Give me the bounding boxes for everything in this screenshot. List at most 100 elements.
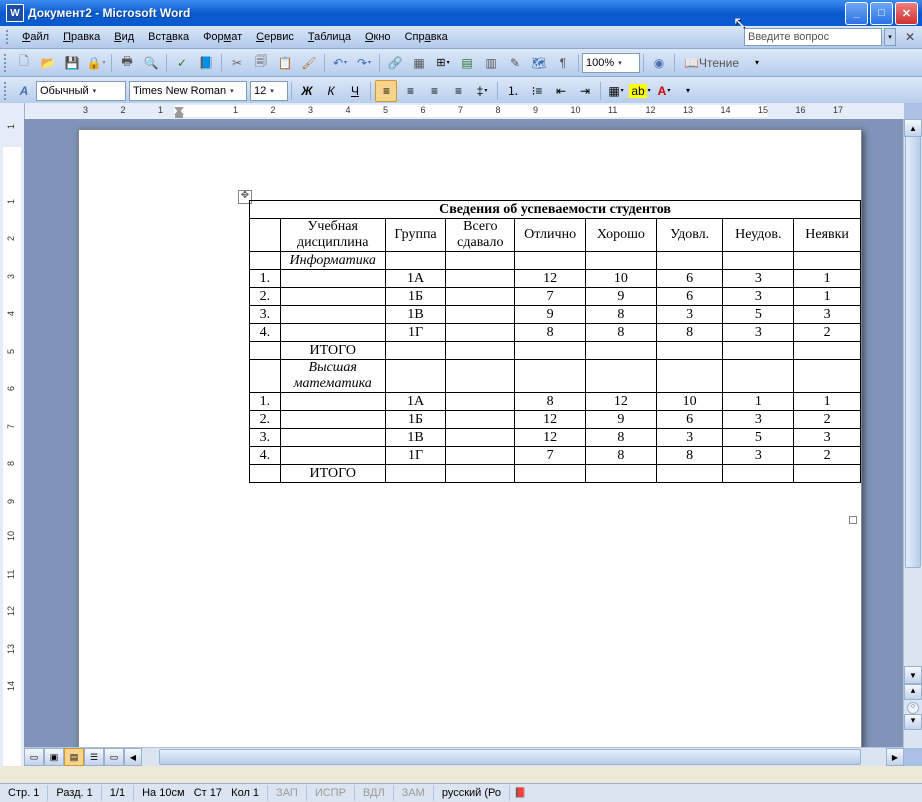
table-row[interactable]: 4.1Г78832 [250, 447, 861, 465]
table-resize-handle-icon[interactable] [849, 516, 857, 524]
minimize-button[interactable]: _ [845, 2, 868, 25]
paste-button[interactable]: 📋 [274, 52, 296, 74]
help-button[interactable]: ◉ [648, 52, 670, 74]
scroll-right-button[interactable]: ▶ [886, 748, 904, 766]
research-button[interactable]: 📘 [195, 52, 217, 74]
close-button[interactable]: ✕ [895, 2, 918, 25]
toolbar-handle-icon[interactable] [6, 30, 12, 44]
cut-button[interactable]: ✂ [226, 52, 248, 74]
status-page[interactable]: Стр. 1 [0, 785, 48, 801]
open-button[interactable]: 📂 [37, 52, 59, 74]
previous-page-button[interactable]: ▴ [904, 684, 922, 700]
maximize-button[interactable]: □ [870, 2, 893, 25]
columns-button[interactable]: ▥ [480, 52, 502, 74]
undo-button[interactable]: ↶ [329, 52, 351, 74]
bold-button[interactable]: Ж [296, 80, 318, 102]
scroll-left-button[interactable]: ◀ [124, 748, 142, 766]
insert-worksheet-button[interactable]: ▤ [456, 52, 478, 74]
status-ovr[interactable]: ЗАМ [394, 785, 434, 801]
table-row[interactable]: 1.1А8121011 [250, 393, 861, 411]
spellcheck-button[interactable]: ✓ [171, 52, 193, 74]
status-ext[interactable]: ВДЛ [355, 785, 394, 801]
new-doc-button[interactable]: 🗋 [13, 52, 35, 74]
browse-object-button[interactable]: ○ [907, 702, 919, 714]
document-table[interactable]: Сведения об успеваемости студентов Учебн… [249, 200, 861, 483]
table-row[interactable]: 1.1А1210631 [250, 270, 861, 288]
doc-map-button[interactable]: 🗺 [528, 52, 550, 74]
menu-view[interactable]: Вид [108, 29, 140, 45]
scroll-up-button[interactable]: ▲ [904, 119, 922, 137]
status-section[interactable]: Разд. 1 [48, 785, 101, 801]
menu-file[interactable]: Файл [16, 29, 55, 45]
increase-indent-button[interactable]: ⇥ [574, 80, 596, 102]
page-area[interactable]: ✥ Сведения об успеваемости студентов Уче… [24, 119, 904, 748]
highlight-button[interactable]: ab [629, 80, 651, 102]
align-left-button[interactable]: ≡ [375, 80, 397, 102]
line-spacing-button[interactable]: ‡ [471, 80, 493, 102]
print-view-button[interactable]: ▤ [64, 748, 84, 766]
format-painter-button[interactable]: 🖌 [298, 52, 320, 74]
menu-window[interactable]: Окно [359, 29, 397, 45]
drawing-button[interactable]: ✎ [504, 52, 526, 74]
font-size-combobox[interactable]: 12▾ [250, 81, 288, 101]
font-combobox[interactable]: Times New Roman▾ [129, 81, 247, 101]
table-title-cell[interactable]: Сведения об успеваемости студентов [250, 201, 861, 219]
hscroll-track[interactable] [142, 749, 886, 765]
table-header-row[interactable]: Учебная дисциплина Группа Всего сдавало … [250, 219, 861, 252]
align-justify-button[interactable]: ≡ [447, 80, 469, 102]
status-position[interactable]: На 10см Ст 17 Кол 1 [134, 785, 268, 801]
align-right-button[interactable]: ≡ [423, 80, 445, 102]
vertical-scrollbar[interactable]: ▲ ▼ ▴ ○ ▾ [903, 119, 922, 748]
menu-format[interactable]: Формат [197, 29, 248, 45]
spell-status-icon[interactable]: 📕 [514, 788, 526, 799]
table-row[interactable]: 3.1В128353 [250, 429, 861, 447]
italic-button[interactable]: К [320, 80, 342, 102]
menu-help[interactable]: Справка [399, 29, 454, 45]
status-trk[interactable]: ИСПР [307, 785, 355, 801]
numbered-list-button[interactable]: ⒈ [502, 80, 524, 102]
help-question-dropdown-button[interactable]: ▾ [884, 28, 896, 46]
table-row[interactable]: 2.1Б129632 [250, 411, 861, 429]
print-button[interactable]: 🖶 [116, 52, 138, 74]
styles-pane-button[interactable]: A [13, 80, 35, 102]
next-page-button[interactable]: ▾ [904, 714, 922, 730]
table-row[interactable]: 4.1Г88832 [250, 324, 861, 342]
underline-button[interactable]: Ч [344, 80, 366, 102]
align-center-button[interactable]: ≡ [399, 80, 421, 102]
reading-mode-button[interactable]: 📖 Чтение [679, 52, 744, 74]
insert-table-button[interactable]: ⊞ [432, 52, 454, 74]
bulleted-list-button[interactable]: ⁝≡ [526, 80, 548, 102]
show-marks-button[interactable]: ¶ [552, 52, 574, 74]
help-question-input[interactable] [744, 28, 882, 46]
status-language[interactable]: русский (Ро [434, 785, 510, 801]
redo-button[interactable]: ↷ [353, 52, 375, 74]
toolbar-options-button[interactable]: ▾ [677, 80, 699, 102]
toolbar-handle-icon[interactable] [4, 82, 10, 100]
table-row[interactable]: 3.1В98353 [250, 306, 861, 324]
web-view-button[interactable]: ▣ [44, 748, 64, 766]
tables-borders-button[interactable]: ▦ [408, 52, 430, 74]
toolbar-handle-icon[interactable] [4, 54, 10, 72]
menu-insert[interactable]: Вставка [142, 29, 195, 45]
decrease-indent-button[interactable]: ⇤ [550, 80, 572, 102]
menu-edit[interactable]: Правка [57, 29, 106, 45]
horizontal-ruler[interactable]: 3211234567891011121314151617 [24, 103, 904, 120]
toolbar-options-button[interactable]: ▾ [746, 52, 768, 74]
outline-view-button[interactable]: ☰ [84, 748, 104, 766]
hyperlink-button[interactable]: 🔗 [384, 52, 406, 74]
scroll-down-button[interactable]: ▼ [904, 666, 922, 684]
copy-button[interactable]: 🗐 [250, 52, 272, 74]
print-preview-button[interactable]: 🔍 [140, 52, 162, 74]
close-doc-button[interactable]: ✕ [899, 26, 921, 48]
vertical-ruler[interactable]: 211234567891011121314 [0, 103, 25, 766]
status-rec[interactable]: ЗАП [268, 785, 307, 801]
normal-view-button[interactable]: ▭ [24, 748, 44, 766]
table-row[interactable]: 2.1Б79631 [250, 288, 861, 306]
menu-tools[interactable]: Сервис [250, 29, 300, 45]
style-combobox[interactable]: Обычный▾ [36, 81, 126, 101]
font-color-button[interactable]: A [653, 80, 675, 102]
menu-table[interactable]: Таблица [302, 29, 357, 45]
borders-button[interactable]: ▦ [605, 80, 627, 102]
status-pages[interactable]: 1/1 [102, 785, 134, 801]
save-button[interactable]: 💾 [61, 52, 83, 74]
